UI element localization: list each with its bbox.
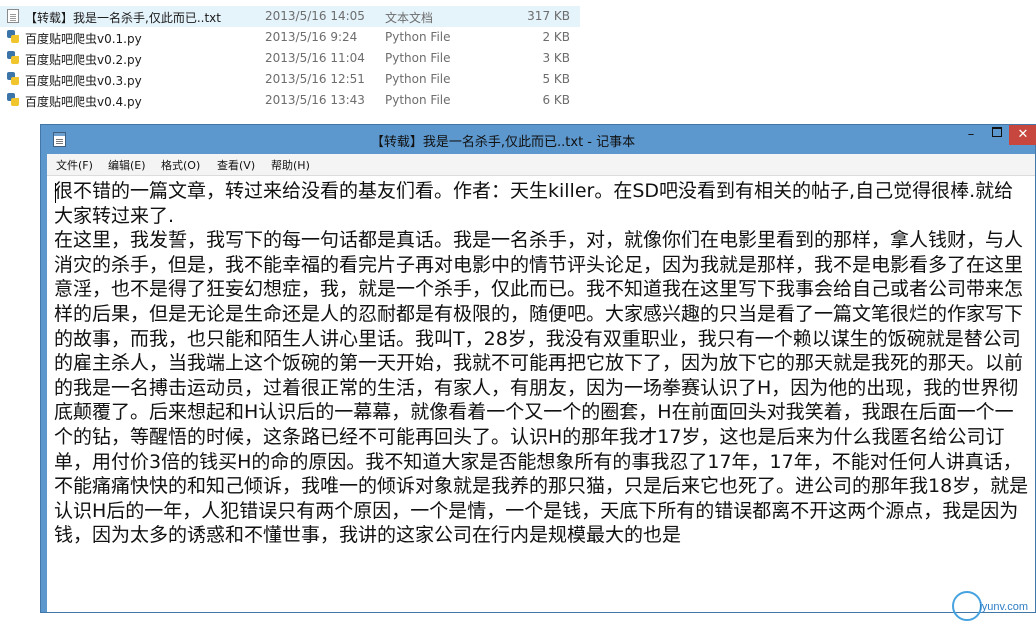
python-file-icon: [7, 93, 19, 107]
menu-view[interactable]: 查看(V): [217, 157, 255, 173]
text-file-icon: [7, 9, 19, 23]
file-row[interactable]: 百度贴吧爬虫v0.3.py 2013/5/16 12:51 Python File 5…: [0, 69, 580, 90]
file-date: 2013/5/16 9:24: [265, 30, 358, 44]
file-row[interactable]: 百度贴吧爬虫v0.4.py 2013/5/16 13:43 Python File 6…: [0, 90, 580, 111]
file-row[interactable]: 【转载】我是一名杀手,仅此而已..txt 2013/5/16 14:05 文本文档 3…: [0, 6, 580, 27]
menu-file[interactable]: 文件(F): [56, 157, 93, 173]
file-size: 3 KB: [542, 51, 570, 65]
menu-bar: 文件(F) 编辑(E) 格式(O) 查看(V) 帮助(H): [47, 154, 1035, 176]
file-size: 2 KB: [542, 30, 570, 44]
file-date: 2013/5/16 13:43: [265, 93, 365, 107]
file-type: Python File: [385, 93, 451, 107]
python-file-icon: [7, 51, 19, 65]
file-size: 6 KB: [542, 93, 570, 107]
python-file-icon: [7, 30, 19, 44]
text-editor[interactable]: 很不错的一篇文章，转过来给没看的基友们看。作者：天生killer。在SD吧没看到…: [47, 176, 1035, 612]
file-size: 5 KB: [542, 72, 570, 86]
watermark: iyunv.com: [948, 583, 1028, 621]
python-file-icon: [7, 72, 19, 86]
menu-edit[interactable]: 编辑(E): [108, 157, 146, 173]
file-row[interactable]: 百度贴吧爬虫v0.2.py 2013/5/16 11:04 Python File 3…: [0, 48, 580, 69]
file-name: 百度贴吧爬虫v0.4.py: [25, 95, 142, 109]
file-size: 317 KB: [527, 9, 570, 23]
file-name: 百度贴吧爬虫v0.2.py: [25, 53, 142, 67]
maximize-icon: [992, 126, 1002, 137]
file-type: Python File: [385, 72, 451, 86]
file-name: 百度贴吧爬虫v0.3.py: [25, 74, 142, 88]
menu-help[interactable]: 帮助(H): [271, 157, 310, 173]
text-caret: [55, 183, 56, 203]
file-date: 2013/5/16 14:05: [265, 9, 365, 23]
file-type: Python File: [385, 30, 451, 44]
notepad-window: 【转载】我是一名杀手,仅此而已..txt - 记事本 – ✕ 文件(F) 编辑(…: [40, 124, 1036, 613]
file-type: 文本文档: [385, 11, 434, 25]
file-list: 【转载】我是一名杀手,仅此而已..txt 2013/5/16 14:05 文本文档 3…: [0, 6, 580, 111]
watermark-text: iyunv.com: [979, 601, 1028, 613]
file-row[interactable]: 百度贴吧爬虫v0.1.py 2013/5/16 9:24 Python File 2 …: [0, 27, 580, 48]
document-text[interactable]: 很不错的一篇文章，转过来给没看的基友们看。作者：天生killer。在SD吧没看到…: [54, 179, 1029, 548]
file-name: 【转载】我是一名杀手,仅此而已..txt: [25, 11, 221, 25]
title-bar[interactable]: 【转载】我是一名杀手,仅此而已..txt - 记事本 – ✕: [41, 125, 1036, 153]
minimize-button[interactable]: –: [957, 125, 985, 145]
window-title: 【转载】我是一名杀手,仅此而已..txt - 记事本: [370, 135, 636, 150]
watermark-logo-icon: [952, 591, 982, 621]
maximize-button[interactable]: [983, 125, 1011, 145]
file-date: 2013/5/16 12:51: [265, 72, 365, 86]
file-date: 2013/5/16 11:04: [265, 51, 365, 65]
close-button[interactable]: ✕: [1009, 125, 1036, 145]
menu-format[interactable]: 格式(O): [161, 157, 200, 173]
file-type: Python File: [385, 51, 451, 65]
file-name: 百度贴吧爬虫v0.1.py: [25, 32, 142, 46]
